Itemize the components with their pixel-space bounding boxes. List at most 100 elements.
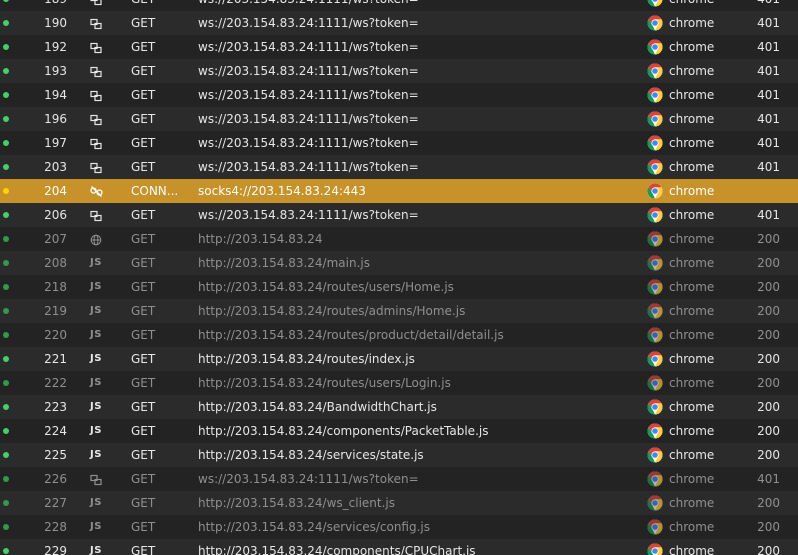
table-row[interactable]: 220 JS GET http://203.154.83.24/routes/prod…: [0, 323, 798, 347]
table-row[interactable]: 206 GET ws://203.154.83.24:1111/ws?token= c…: [0, 203, 798, 227]
table-row[interactable]: 208 JS GET http://203.154.83.24/main.js chro…: [0, 251, 798, 275]
request-url: http://203.154.83.24/components/CPUChart…: [198, 544, 476, 555]
status-dot-icon: [3, 284, 9, 290]
table-row[interactable]: 192 GET ws://203.154.83.24:1111/ws?token= c…: [0, 35, 798, 59]
request-url: ws://203.154.83.24:1111/ws?token=: [198, 88, 419, 102]
status-dot-icon: [3, 308, 9, 314]
status-dot-icon: [3, 44, 9, 50]
status-dot-icon: [3, 140, 9, 146]
request-client: chrome: [669, 208, 715, 222]
status-dot-icon: [3, 404, 9, 410]
chrome-icon: [647, 303, 663, 319]
request-method: CONN...: [131, 184, 179, 198]
chrome-icon: [647, 207, 663, 223]
status-dot-icon: [3, 188, 9, 194]
status-code: 401: [757, 112, 780, 126]
request-url: socks4://203.154.83.24:443: [198, 184, 366, 198]
status-dot-icon: [3, 212, 9, 218]
table-row[interactable]: 224 JS GET http://203.154.83.24/components/…: [0, 419, 798, 443]
table-row[interactable]: 228 JS GET http://203.154.83.24/services/co…: [0, 515, 798, 539]
status-dot-icon: [3, 428, 9, 434]
status-code: 200: [757, 448, 780, 462]
request-id: 206: [44, 208, 67, 222]
request-method: GET: [131, 448, 156, 462]
status-dot-icon: [3, 524, 9, 530]
table-row[interactable]: 222 JS GET http://203.154.83.24/routes/user…: [0, 371, 798, 395]
request-client: chrome: [669, 136, 715, 150]
status-code: 401: [757, 160, 780, 174]
js-file-icon: JS: [90, 281, 102, 292]
table-row[interactable]: 219 JS GET http://203.154.83.24/routes/admi…: [0, 299, 798, 323]
status-dot-icon: [3, 452, 9, 458]
js-file-icon: JS: [90, 449, 102, 460]
status-code: 200: [757, 424, 780, 438]
websocket-icon: [76, 107, 116, 131]
request-method: GET: [131, 472, 156, 486]
request-client: chrome: [669, 256, 715, 270]
status-dot-icon: [3, 20, 9, 26]
request-client: chrome: [669, 352, 715, 366]
request-client: chrome: [669, 88, 715, 102]
table-row[interactable]: 227 JS GET http://203.154.83.24/ws_client.j…: [0, 491, 798, 515]
status-code: 200: [757, 232, 780, 246]
chrome-icon: [647, 231, 663, 247]
status-code: 401: [757, 40, 780, 54]
table-row[interactable]: 204 CONN... socks4://203.154.83.24:443 chro…: [0, 179, 798, 203]
table-row[interactable]: 223 JS GET http://203.154.83.24/BandwidthCh…: [0, 395, 798, 419]
js-file-icon: JS: [90, 497, 102, 508]
chrome-icon: [647, 495, 663, 511]
chrome-icon: [647, 447, 663, 463]
js-file-icon: JS: [90, 305, 102, 316]
request-id: 193: [44, 64, 67, 78]
status-dot-icon: [3, 236, 9, 242]
request-method: GET: [131, 328, 156, 342]
request-id: 190: [44, 16, 67, 30]
request-id: 207: [44, 232, 67, 246]
request-id: 219: [44, 304, 67, 318]
request-method: GET: [131, 352, 156, 366]
websocket-icon: [76, 467, 116, 491]
table-row[interactable]: 218 JS GET http://203.154.83.24/routes/user…: [0, 275, 798, 299]
table-row[interactable]: 189 GET ws://203.154.83.24:1111/ws?token= c…: [0, 0, 798, 11]
table-row[interactable]: 226 GET ws://203.154.83.24:1111/ws?token= c…: [0, 467, 798, 491]
chrome-icon: [647, 39, 663, 55]
table-row[interactable]: 197 GET ws://203.154.83.24:1111/ws?token= c…: [0, 131, 798, 155]
request-method: GET: [131, 208, 156, 222]
table-row[interactable]: 207 GET http://203.154.83.24 chrome 200: [0, 227, 798, 251]
request-client: chrome: [669, 496, 715, 510]
chrome-icon: [647, 159, 663, 175]
request-id: 208: [44, 256, 67, 270]
chrome-icon: [647, 327, 663, 343]
request-client: chrome: [669, 448, 715, 462]
status-dot-icon: [3, 68, 9, 74]
table-row[interactable]: 194 GET ws://203.154.83.24:1111/ws?token= c…: [0, 83, 798, 107]
request-client: chrome: [669, 40, 715, 54]
chrome-icon: [647, 399, 663, 415]
request-table: 189 GET ws://203.154.83.24:1111/ws?token= c…: [0, 0, 798, 555]
chrome-icon: [647, 375, 663, 391]
request-url: http://203.154.83.24/services/state.js: [198, 448, 424, 462]
request-id: 220: [44, 328, 67, 342]
table-row[interactable]: 203 GET ws://203.154.83.24:1111/ws?token= c…: [0, 155, 798, 179]
request-id: 203: [44, 160, 67, 174]
request-id: 223: [44, 400, 67, 414]
request-url: ws://203.154.83.24:1111/ws?token=: [198, 64, 419, 78]
table-row[interactable]: 196 GET ws://203.154.83.24:1111/ws?token= c…: [0, 107, 798, 131]
js-file-icon: JS: [90, 425, 102, 436]
table-row[interactable]: 193 GET ws://203.154.83.24:1111/ws?token= c…: [0, 59, 798, 83]
websocket-icon: [76, 83, 116, 107]
request-client: chrome: [669, 112, 715, 126]
table-row[interactable]: 225 JS GET http://203.154.83.24/services/st…: [0, 443, 798, 467]
request-id: 196: [44, 112, 67, 126]
table-row[interactable]: 190 GET ws://203.154.83.24:1111/ws?token= c…: [0, 11, 798, 35]
table-row[interactable]: 229 JS GET http://203.154.83.24/components/…: [0, 539, 798, 555]
request-url: http://203.154.83.24: [198, 232, 323, 246]
js-file-icon: JS: [90, 545, 102, 555]
status-code: 401: [757, 64, 780, 78]
request-id: 228: [44, 520, 67, 534]
table-row[interactable]: 221 JS GET http://203.154.83.24/routes/inde…: [0, 347, 798, 371]
request-url: http://203.154.83.24/routes/product/deta…: [198, 328, 504, 342]
request-method: GET: [131, 112, 156, 126]
chrome-icon: [647, 63, 663, 79]
status-dot-icon: [3, 0, 9, 2]
